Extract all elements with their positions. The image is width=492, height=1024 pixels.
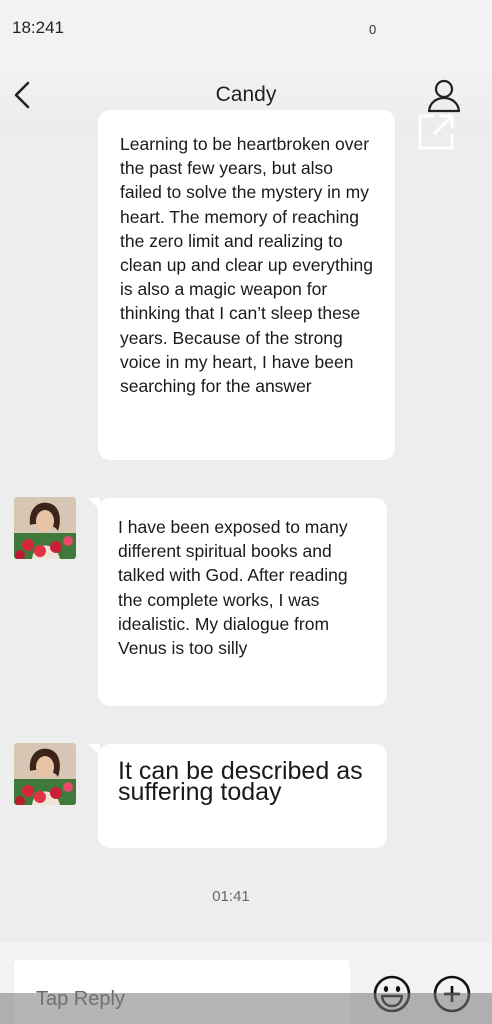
status-time: 18:241 (12, 18, 64, 37)
share-icon[interactable] (416, 112, 456, 152)
message-bubble[interactable]: It can be described as suffering today (98, 744, 387, 848)
status-bar: 18:241 0 (0, 0, 492, 56)
avatar[interactable] (14, 743, 76, 805)
message-text: It can be described as suffering today (118, 757, 363, 806)
profile-icon[interactable] (426, 78, 462, 114)
message-timestamp: 01:41 (212, 888, 250, 905)
chat-title: Candy (215, 83, 277, 106)
input-bar (0, 942, 492, 1024)
message-text: Learning to be heartbroken over the past… (120, 134, 373, 397)
emoji-icon[interactable] (372, 974, 412, 1014)
avatar[interactable] (14, 497, 76, 559)
message-text: I have been exposed to many different sp… (118, 517, 348, 659)
reply-input[interactable] (14, 960, 350, 1024)
plus-icon[interactable] (432, 974, 472, 1014)
message-bubble[interactable]: I have been exposed to many different sp… (98, 498, 387, 706)
status-indicator: 0 (369, 22, 377, 37)
message-bubble[interactable]: Learning to be heartbroken over the past… (98, 110, 395, 460)
